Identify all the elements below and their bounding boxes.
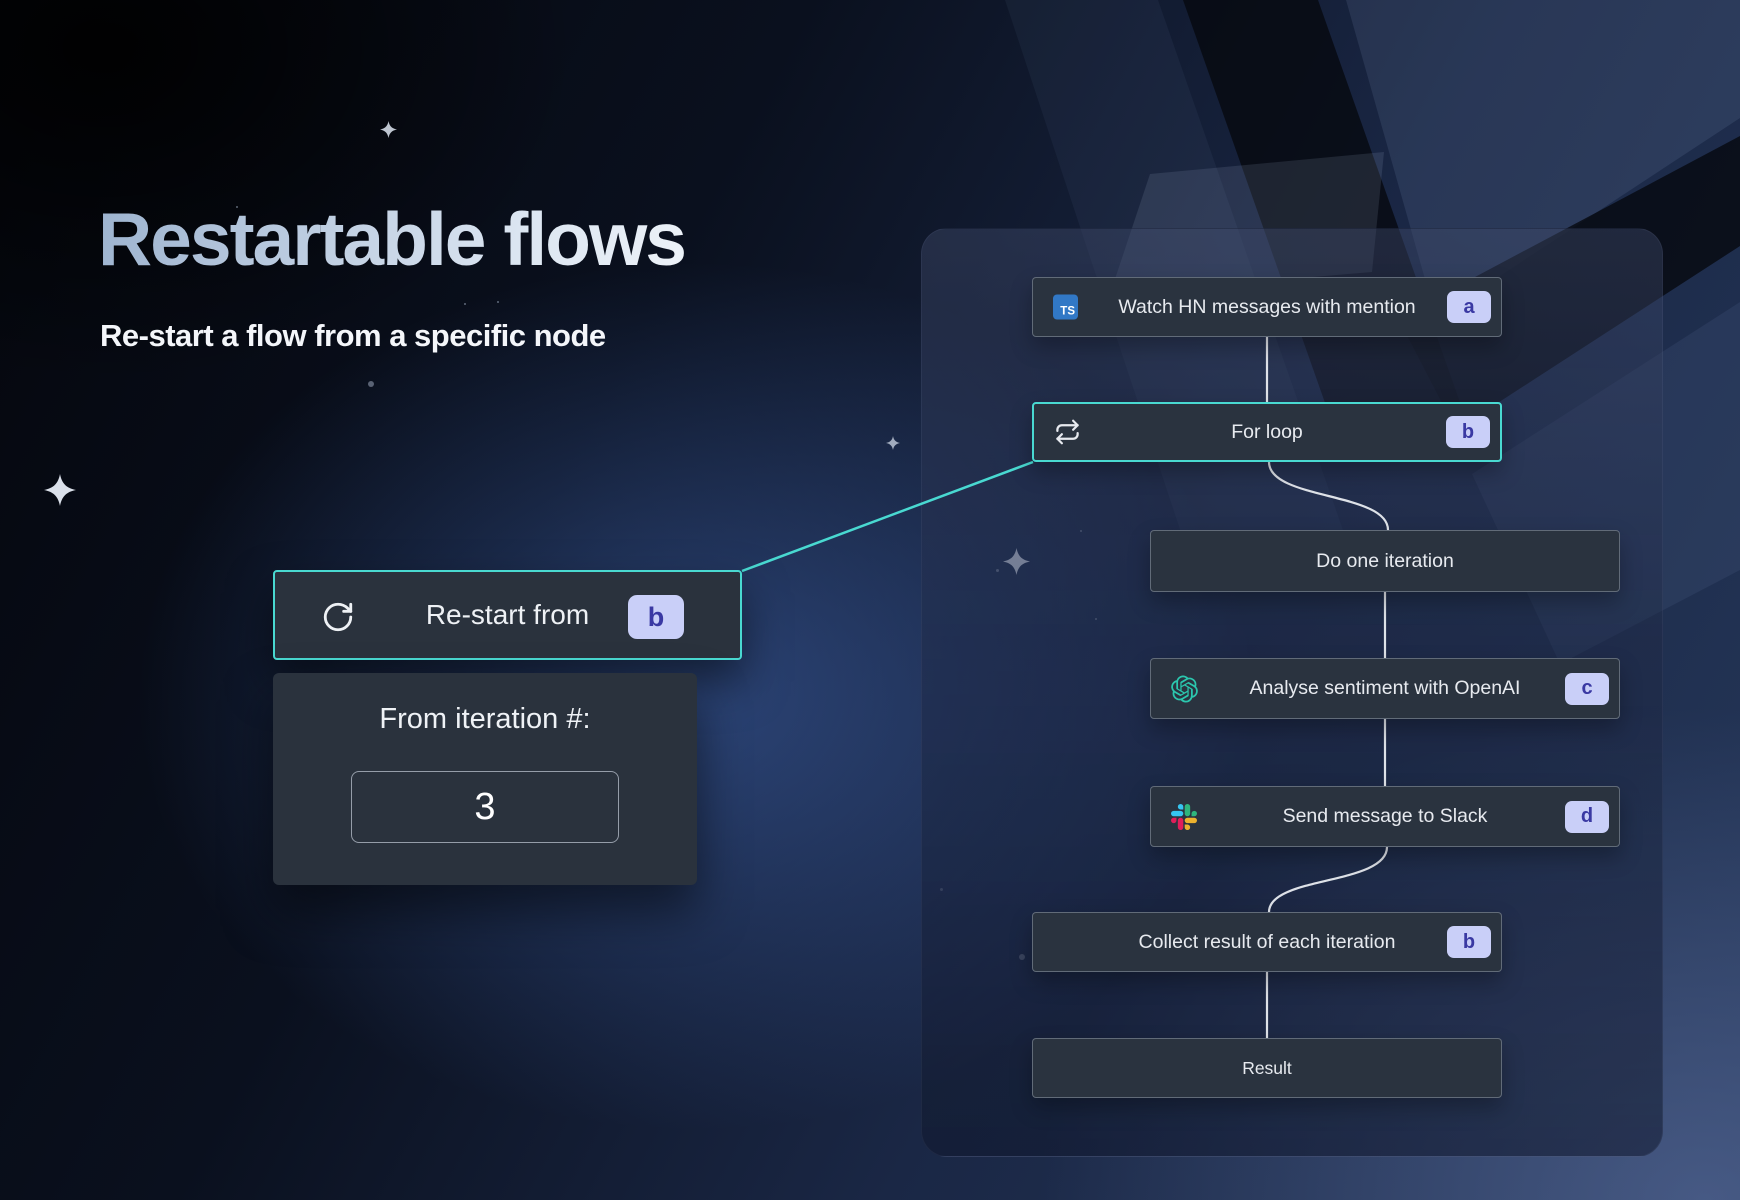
flow-node-for-loop[interactable]: For loop b	[1032, 402, 1502, 462]
flow-node-result[interactable]: Result	[1032, 1038, 1502, 1098]
repeat-icon	[1054, 419, 1081, 446]
from-iteration-card: From iteration #:	[273, 673, 697, 885]
flow-connectors	[0, 0, 1740, 1200]
openai-icon	[1171, 675, 1198, 702]
node-label: Do one iteration	[1316, 550, 1454, 573]
page-subtitle: Re-start a flow from a specific node	[100, 318, 860, 354]
page-title: Restartable flows	[98, 200, 858, 279]
node-badge: c	[1565, 673, 1609, 705]
node-badge: a	[1447, 291, 1491, 323]
node-label: For loop	[1231, 421, 1303, 444]
node-label: Analyse sentiment with OpenAI	[1250, 677, 1521, 700]
node-label: Watch HN messages with mention	[1118, 296, 1415, 319]
restartable-flows-graphic: Restartable flows Re-start a flow from a…	[0, 0, 1740, 1200]
iteration-number-input[interactable]	[351, 771, 619, 843]
from-iteration-label: From iteration #:	[273, 703, 697, 736]
node-label: Send message to Slack	[1283, 805, 1488, 828]
node-badge: b	[1446, 416, 1490, 448]
flow-node-watch-hn[interactable]: TS Watch HN messages with mention a	[1032, 277, 1502, 337]
restart-link-line	[742, 462, 1033, 571]
flow-node-send-slack[interactable]: Send message to Slack d	[1150, 786, 1620, 847]
flow-node-do-one-iteration[interactable]: Do one iteration	[1150, 530, 1620, 592]
restart-icon	[321, 600, 355, 634]
node-label: Collect result of each iteration	[1139, 931, 1396, 954]
flow-node-analyse-sentiment[interactable]: Analyse sentiment with OpenAI c	[1150, 658, 1620, 719]
node-badge: d	[1565, 801, 1609, 833]
restart-step-badge: b	[628, 595, 684, 639]
slack-icon	[1171, 804, 1197, 830]
flow-node-collect-result[interactable]: Collect result of each iteration b	[1032, 912, 1502, 972]
typescript-icon: TS	[1053, 295, 1078, 320]
node-badge: b	[1447, 926, 1491, 958]
restart-from-button[interactable]: Re-start from b	[273, 570, 742, 660]
node-label: Result	[1242, 1058, 1292, 1079]
